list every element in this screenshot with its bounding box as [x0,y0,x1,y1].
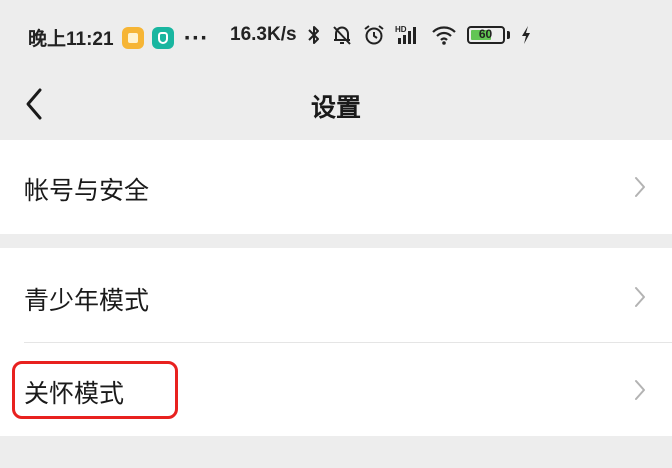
account-security-label: 帐号与安全 [24,176,150,205]
chevron-right-icon [635,380,645,400]
alarm-icon [363,24,385,46]
status-right: 16.3K/s HD 60 [230,24,532,46]
wifi-icon [431,24,457,46]
network-speed: 16.3K/s [230,24,297,45]
youth-mode-item[interactable]: 青少年模式 [0,248,672,342]
charging-icon [520,25,532,45]
account-security-item[interactable]: 帐号与安全 [0,140,672,234]
chevron-right-icon [635,287,645,307]
chevron-right-icon [635,177,645,197]
battery-level: 60 [478,27,493,41]
bell-muted-icon [331,24,353,46]
hd-signal-icon: HD [395,24,421,46]
svg-text:HD: HD [395,25,407,34]
status-left: 晚上11:21 ··· [28,24,208,51]
settings-group-account: 帐号与安全 [0,140,672,234]
status-bar: 晚上11:21 ··· 16.3K/s HD 60 [0,0,672,78]
bluetooth-icon [307,24,321,46]
page-title: 设置 [310,93,361,122]
status-time: 晚上11:21 [28,29,114,50]
battery-tip [506,31,510,39]
security-app-icon [151,26,174,49]
more-notifications-icon: ··· [183,26,209,49]
battery-icon: 60 [466,26,505,44]
notes-app-icon [121,26,144,49]
navigation-bar: 设置 [0,78,672,140]
youth-mode-label: 青少年模式 [24,286,150,315]
care-mode-highlight [12,361,178,419]
